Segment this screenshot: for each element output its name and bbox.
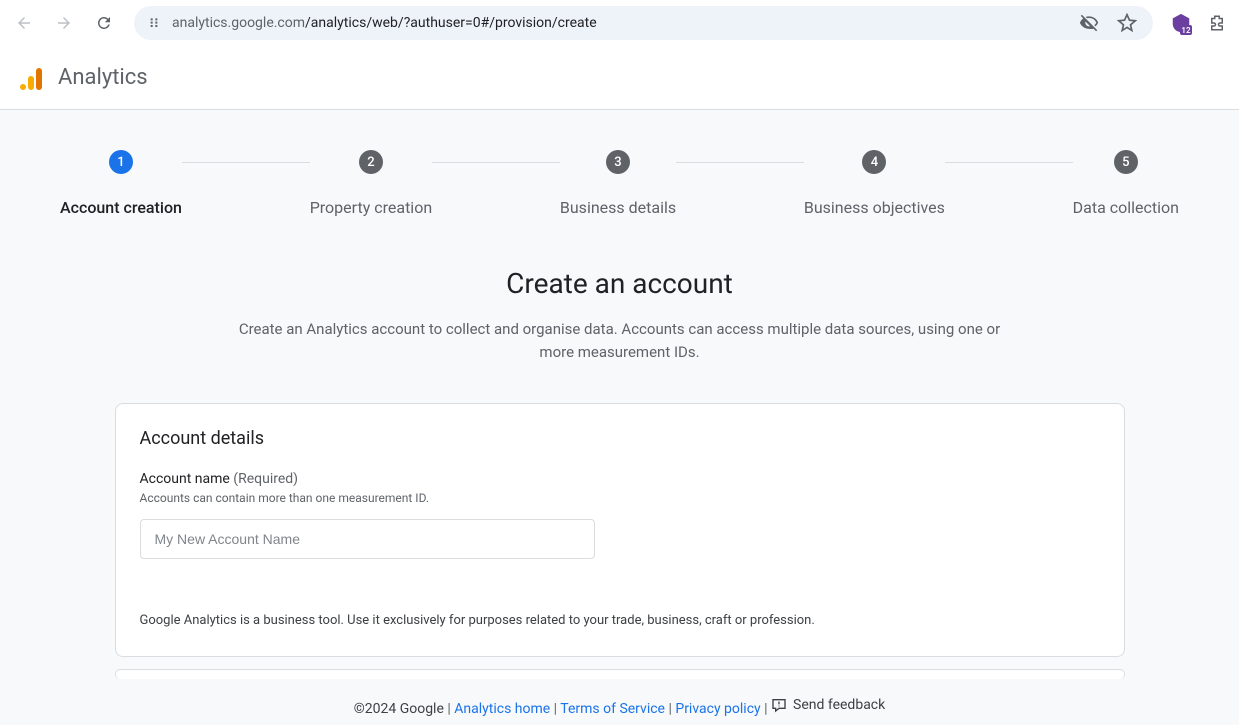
site-settings-icon[interactable] <box>146 15 162 31</box>
app-header: Analytics <box>0 46 1239 110</box>
step-account-creation[interactable]: 1 Account creation <box>60 150 182 217</box>
step-connector <box>676 162 804 163</box>
forward-button[interactable] <box>48 7 80 39</box>
account-name-label: Account name (Required) <box>140 471 1100 487</box>
step-label: Business objectives <box>804 198 945 217</box>
back-button[interactable] <box>8 7 40 39</box>
step-label: Business details <box>560 198 676 217</box>
extension-badge: 12 <box>1180 25 1192 35</box>
step-label: Account creation <box>60 198 182 217</box>
step-connector <box>182 162 310 163</box>
disclaimer-text: Google Analytics is a business tool. Use… <box>140 613 1100 628</box>
analytics-home-link[interactable]: Analytics home <box>454 701 550 717</box>
privacy-link[interactable]: Privacy policy <box>675 701 760 717</box>
send-feedback-button[interactable]: Send feedback <box>771 697 885 713</box>
app-name: Analytics <box>58 65 148 90</box>
star-icon[interactable] <box>1113 9 1141 37</box>
step-business-details[interactable]: 3 Business details <box>560 150 676 217</box>
eye-off-icon[interactable] <box>1075 9 1103 37</box>
page-title: Create an account <box>20 267 1219 300</box>
step-label: Property creation <box>310 198 432 217</box>
card-title: Account details <box>140 428 1100 449</box>
page-subtitle: Create an Analytics account to collect a… <box>230 318 1010 363</box>
step-number: 3 <box>606 150 630 174</box>
terms-link[interactable]: Terms of Service <box>560 701 665 717</box>
extension-icon[interactable]: 12 <box>1167 9 1195 37</box>
step-data-collection[interactable]: 5 Data collection <box>1073 150 1179 217</box>
main-content: 1 Account creation 2 Property creation 3… <box>0 110 1239 725</box>
url-text: analytics.google.com/analytics/web/?auth… <box>172 15 1065 31</box>
browser-toolbar: analytics.google.com/analytics/web/?auth… <box>0 0 1239 46</box>
footer: ©2024 Google | Analytics home | Terms of… <box>0 679 1239 725</box>
step-label: Data collection <box>1073 198 1179 217</box>
address-bar[interactable]: analytics.google.com/analytics/web/?auth… <box>134 6 1153 40</box>
step-property-creation[interactable]: 2 Property creation <box>310 150 432 217</box>
copyright: ©2024 Google <box>354 701 444 717</box>
step-number: 5 <box>1114 150 1138 174</box>
account-name-input[interactable] <box>140 519 595 559</box>
analytics-logo-icon <box>20 66 44 90</box>
account-details-card: Account details Account name (Required) … <box>115 403 1125 657</box>
step-number: 4 <box>862 150 886 174</box>
step-business-objectives[interactable]: 4 Business objectives <box>804 150 945 217</box>
next-card-peek <box>115 669 1125 679</box>
step-number: 1 <box>109 150 133 174</box>
reload-button[interactable] <box>88 7 120 39</box>
account-name-hint: Accounts can contain more than one measu… <box>140 491 1100 505</box>
step-connector <box>945 162 1073 163</box>
extensions-icon[interactable] <box>1203 9 1231 37</box>
step-connector <box>432 162 560 163</box>
step-number: 2 <box>359 150 383 174</box>
stepper: 1 Account creation 2 Property creation 3… <box>0 110 1239 237</box>
feedback-icon <box>771 697 787 713</box>
page-heading: Create an account Create an Analytics ac… <box>0 237 1239 373</box>
